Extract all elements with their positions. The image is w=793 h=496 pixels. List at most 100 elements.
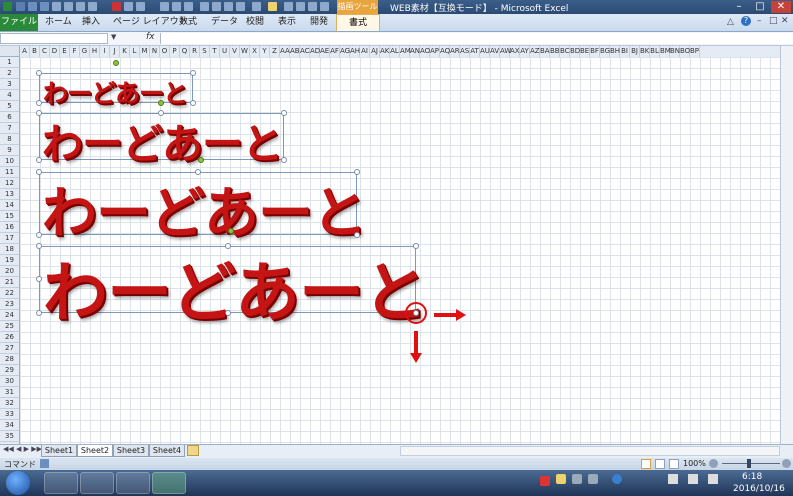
- column-header[interactable]: M: [140, 46, 150, 57]
- column-header[interactable]: I: [100, 46, 110, 57]
- column-header[interactable]: BO: [680, 46, 690, 57]
- column-header[interactable]: Z: [270, 46, 280, 57]
- column-header[interactable]: BP: [690, 46, 700, 57]
- column-header[interactable]: V: [230, 46, 240, 57]
- quick-access-icon[interactable]: [296, 2, 305, 11]
- tray-icon[interactable]: [572, 474, 582, 484]
- row-header[interactable]: 12: [0, 178, 19, 189]
- column-header[interactable]: BM: [660, 46, 671, 57]
- column-header[interactable]: BD: [570, 46, 580, 57]
- column-header[interactable]: BA: [540, 46, 550, 57]
- row-header[interactable]: 26: [0, 332, 19, 343]
- explorer-taskbar-icon[interactable]: [44, 472, 78, 494]
- macro-record-icon[interactable]: [40, 459, 49, 468]
- column-header[interactable]: S: [200, 46, 210, 57]
- column-header[interactable]: W: [240, 46, 250, 57]
- close-icon[interactable]: ✕: [771, 1, 791, 13]
- column-header[interactable]: O: [160, 46, 170, 57]
- column-header[interactable]: B: [30, 46, 40, 57]
- column-header[interactable]: D: [50, 46, 60, 57]
- column-header[interactable]: BJ: [630, 46, 640, 57]
- minimize-icon[interactable]: –: [729, 1, 749, 13]
- quick-access-icon[interactable]: [212, 2, 221, 11]
- network-icon[interactable]: [688, 474, 698, 484]
- row-header[interactable]: 28: [0, 354, 19, 365]
- row-header[interactable]: 29: [0, 365, 19, 376]
- insert-sheet-icon[interactable]: [187, 445, 199, 456]
- row-header[interactable]: 25: [0, 321, 19, 332]
- row-header[interactable]: 14: [0, 200, 19, 211]
- tab-review[interactable]: 校閲: [246, 15, 264, 30]
- column-header[interactable]: AU: [480, 46, 490, 57]
- column-header[interactable]: AM: [400, 46, 411, 57]
- row-header[interactable]: 5: [0, 101, 19, 112]
- column-header[interactable]: AI: [360, 46, 370, 57]
- tab-data[interactable]: データ: [211, 15, 238, 30]
- select-all-corner[interactable]: [0, 46, 20, 57]
- resize-handle[interactable]: [36, 100, 42, 106]
- column-header[interactable]: AE: [320, 46, 330, 57]
- row-header[interactable]: 15: [0, 211, 19, 222]
- column-header[interactable]: BB: [550, 46, 560, 57]
- column-header[interactable]: AF: [330, 46, 340, 57]
- resize-handle[interactable]: [36, 243, 42, 249]
- column-header[interactable]: AG: [340, 46, 350, 57]
- quick-access-icon[interactable]: [200, 2, 209, 11]
- clock-date[interactable]: 2016/10/16: [733, 484, 785, 494]
- column-header[interactable]: AV: [490, 46, 500, 57]
- column-header[interactable]: P: [170, 46, 180, 57]
- tab-file[interactable]: ファイル: [0, 14, 38, 31]
- row-header[interactable]: 8: [0, 134, 19, 145]
- rotate-handle[interactable]: [158, 100, 164, 106]
- sheet-tab-3[interactable]: Sheet3: [113, 445, 149, 457]
- highlight-icon[interactable]: [268, 2, 277, 11]
- quick-access-icon[interactable]: [88, 2, 97, 11]
- row-header[interactable]: 27: [0, 343, 19, 354]
- row-header[interactable]: 18: [0, 244, 19, 255]
- row-header[interactable]: 21: [0, 277, 19, 288]
- quick-access-icon[interactable]: [124, 2, 133, 11]
- column-header[interactable]: AB: [290, 46, 300, 57]
- row-header[interactable]: 13: [0, 189, 19, 200]
- column-header[interactable]: Q: [180, 46, 190, 57]
- tray-icon[interactable]: [588, 474, 598, 484]
- tab-home[interactable]: ホーム: [45, 15, 72, 30]
- maximize-icon[interactable]: □: [750, 1, 770, 13]
- row-header[interactable]: 33: [0, 409, 19, 420]
- page-layout-view-icon[interactable]: [655, 459, 665, 469]
- resize-handle[interactable]: [195, 169, 201, 175]
- row-header[interactable]: 3: [0, 79, 19, 90]
- ime-icon[interactable]: [540, 476, 550, 486]
- column-header[interactable]: N: [150, 46, 160, 57]
- column-header[interactable]: C: [40, 46, 50, 57]
- column-header[interactable]: AN: [410, 46, 420, 57]
- name-box[interactable]: [0, 33, 108, 44]
- row-header[interactable]: 9: [0, 145, 19, 156]
- column-header[interactable]: A: [20, 46, 30, 57]
- resize-handle[interactable]: [36, 276, 42, 282]
- workbook-restore-icon[interactable]: □: [769, 16, 778, 26]
- font-color-icon[interactable]: [112, 2, 121, 11]
- excel-taskbar-icon[interactable]: [152, 472, 186, 494]
- zoom-in-icon[interactable]: [782, 459, 791, 468]
- column-header[interactable]: AR: [450, 46, 460, 57]
- wordart-text-3[interactable]: わーどあーと: [42, 168, 367, 248]
- column-header[interactable]: BF: [590, 46, 600, 57]
- quick-access-icon[interactable]: [308, 2, 317, 11]
- tab-page-layout[interactable]: ページ レイアウト: [113, 15, 188, 30]
- row-header[interactable]: 2: [0, 68, 19, 79]
- row-header[interactable]: 23: [0, 299, 19, 310]
- volume-icon[interactable]: [708, 474, 718, 484]
- workbook-minimize-icon[interactable]: –: [757, 16, 762, 26]
- quick-access-icon[interactable]: [320, 2, 329, 11]
- column-header[interactable]: L: [130, 46, 140, 57]
- vertical-scrollbar[interactable]: [780, 46, 793, 444]
- row-header[interactable]: 30: [0, 376, 19, 387]
- column-header[interactable]: R: [190, 46, 200, 57]
- column-header[interactable]: AJ: [370, 46, 380, 57]
- resize-handle[interactable]: [36, 310, 42, 316]
- sheet-nav-icon[interactable]: ◀◀ ◀ ▶ ▶▶: [3, 445, 42, 453]
- resize-handle[interactable]: [225, 243, 231, 249]
- column-header[interactable]: Y: [260, 46, 270, 57]
- column-header[interactable]: AW: [500, 46, 511, 57]
